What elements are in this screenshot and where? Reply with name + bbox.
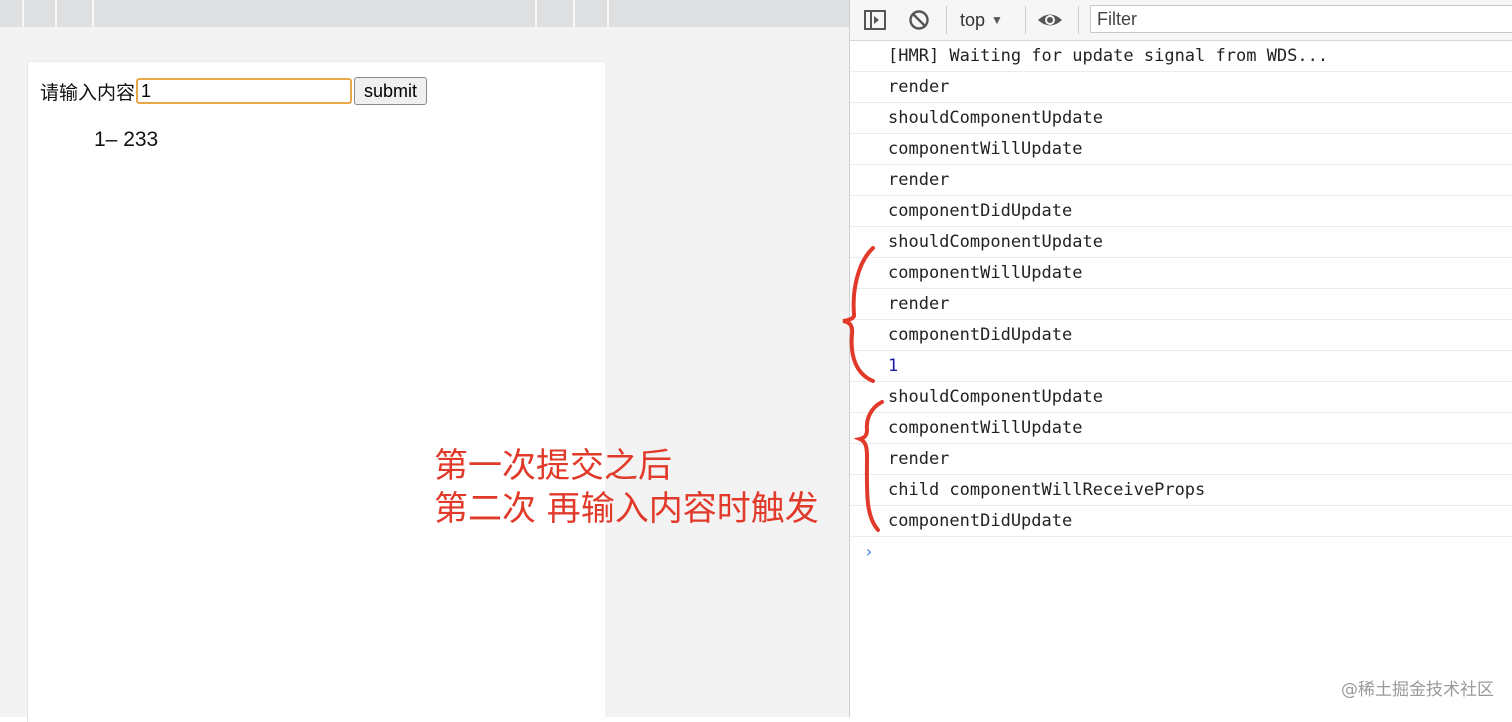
annotation-line-1: 第一次提交之后: [434, 446, 672, 486]
console-prompt[interactable]: ›: [864, 542, 874, 561]
console-message: child componentWillReceiveProps: [850, 475, 1512, 506]
filter-input[interactable]: [1090, 5, 1512, 33]
console-message: shouldComponentUpdate: [850, 382, 1512, 413]
tab-divider: [535, 0, 537, 27]
console-log: [HMR] Waiting for update signal from WDS…: [850, 41, 1512, 537]
toolbar-divider: [1025, 6, 1026, 34]
browser-viewport: 请输入内容 submit 1– 233: [0, 0, 849, 722]
input-label: 请输入内容: [40, 81, 136, 104]
console-number-message: 1: [850, 351, 1512, 382]
console-message: render: [850, 444, 1512, 475]
console-message: render: [850, 72, 1512, 103]
console-toolbar: top ▼: [850, 0, 1512, 41]
submit-button[interactable]: submit: [354, 77, 428, 105]
input-form: 请输入内容 submit: [40, 76, 428, 106]
clear-console-icon[interactable]: [907, 8, 931, 36]
annotation-line-2: 第二次 再输入内容时触发: [434, 489, 819, 529]
app-container: 请输入内容 submit 1– 233: [27, 61, 605, 722]
console-message: render: [850, 289, 1512, 320]
context-selector[interactable]: top ▼: [960, 8, 1003, 32]
tab-divider: [92, 0, 94, 27]
console-message: componentDidUpdate: [850, 320, 1512, 351]
tab-divider: [55, 0, 57, 27]
list-item: 1– 233: [94, 128, 159, 151]
console-message: componentWillUpdate: [850, 413, 1512, 444]
eye-icon[interactable]: [1036, 8, 1064, 36]
tab-divider: [22, 0, 24, 27]
console-message: shouldComponentUpdate: [850, 103, 1512, 134]
tab-divider: [573, 0, 575, 27]
console-message: render: [850, 165, 1512, 196]
sidebar-toggle-icon[interactable]: [863, 8, 887, 36]
watermark: @稀土掘金技术社区: [1341, 680, 1494, 700]
content-input[interactable]: [136, 78, 353, 104]
console-message: componentWillUpdate: [850, 134, 1512, 165]
devtools-panel: top ▼ [HMR] Waiting for update signal fr…: [849, 0, 1512, 717]
console-message: componentDidUpdate: [850, 506, 1512, 537]
console-message: componentWillUpdate: [850, 258, 1512, 289]
toolbar-divider: [1078, 6, 1079, 34]
context-label: top: [960, 9, 986, 30]
annotation-text: 第一次提交之后 第二次 再输入内容时触发: [434, 445, 819, 531]
toolbar-divider: [946, 6, 947, 34]
console-message: componentDidUpdate: [850, 196, 1512, 227]
tab-strip: [0, 0, 849, 27]
dropdown-caret-icon: ▼: [991, 13, 1003, 27]
tab-divider: [607, 0, 609, 27]
item-list: 1– 233: [94, 128, 158, 152]
console-message: shouldComponentUpdate: [850, 227, 1512, 258]
console-message: [HMR] Waiting for update signal from WDS…: [850, 41, 1512, 72]
